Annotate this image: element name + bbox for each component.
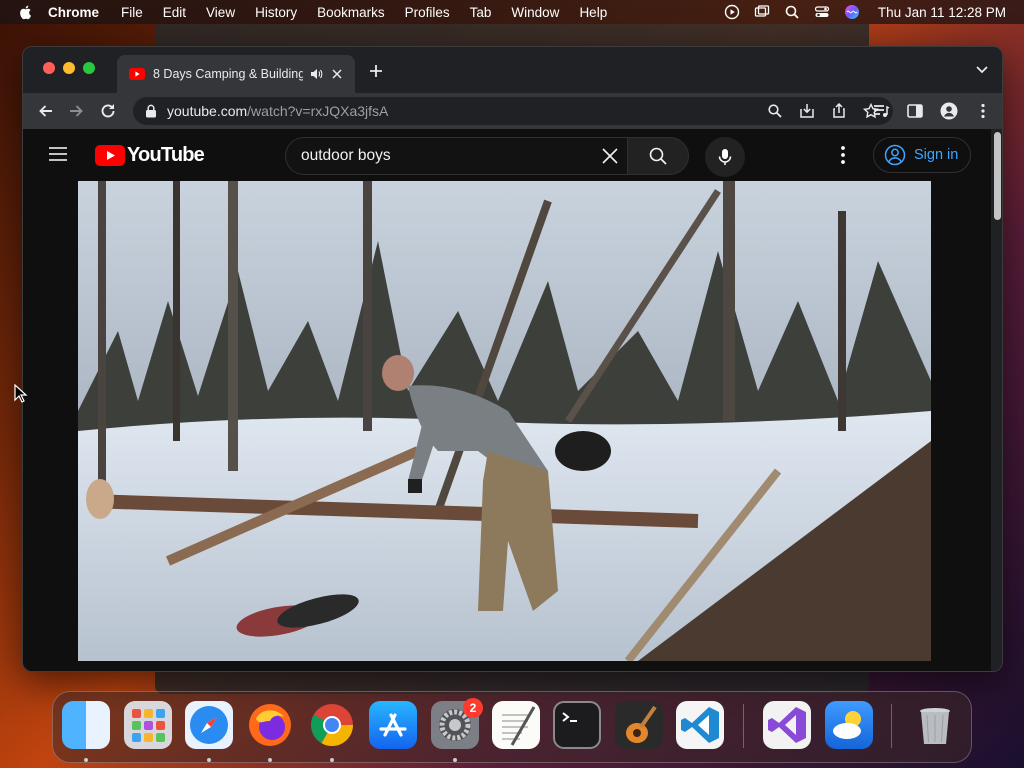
video-frame-image <box>78 181 931 661</box>
dock-trash-icon[interactable] <box>911 701 959 749</box>
macos-menubar: Chrome File Edit View History Bookmarks … <box>0 0 1024 24</box>
chrome-window: 8 Days Camping & Building youtube.com/wa… <box>22 46 1003 672</box>
dock-vscode-icon[interactable] <box>676 701 724 749</box>
media-controls-icon[interactable] <box>872 102 890 120</box>
menu-file[interactable]: File <box>121 5 143 20</box>
install-app-icon[interactable] <box>799 103 815 119</box>
window-close-button[interactable] <box>43 62 55 74</box>
youtube-logo[interactable]: YouTube <box>95 144 205 167</box>
settings-kebab-icon[interactable] <box>839 145 847 165</box>
browser-tab-active[interactable]: 8 Days Camping & Building <box>117 55 355 93</box>
dock-chrome-icon[interactable] <box>308 701 356 749</box>
youtube-favicon-icon <box>129 68 145 80</box>
search-button[interactable] <box>627 137 689 175</box>
dock-running-indicator <box>268 758 272 762</box>
control-center-icon[interactable] <box>814 4 830 20</box>
dock-terminal-icon[interactable] <box>553 701 601 749</box>
tab-close-icon[interactable] <box>331 68 343 80</box>
menu-help[interactable]: Help <box>579 5 607 20</box>
new-tab-plus-icon[interactable] <box>369 64 383 78</box>
menu-tab[interactable]: Tab <box>470 5 492 20</box>
microphone-icon <box>718 149 732 165</box>
forward-arrow-icon[interactable] <box>67 102 85 120</box>
side-panel-icon[interactable] <box>906 102 924 120</box>
share-icon[interactable] <box>831 103 847 119</box>
youtube-wordmark: YouTube <box>127 144 205 166</box>
notification-badge: 2 <box>463 698 483 718</box>
dock-launchpad-icon[interactable] <box>124 701 172 749</box>
sign-in-button[interactable]: Sign in <box>873 137 971 173</box>
menu-app-name[interactable]: Chrome <box>48 5 99 20</box>
voice-search-button[interactable] <box>705 137 745 177</box>
dock-app-store-icon[interactable] <box>369 701 417 749</box>
dock-running-indicator <box>84 758 88 762</box>
reload-icon[interactable] <box>99 102 117 120</box>
site-info-icon[interactable] <box>145 104 157 118</box>
url-host: youtube.com <box>167 103 248 119</box>
dock-running-indicator <box>207 758 211 762</box>
zoom-search-icon[interactable] <box>767 103 783 119</box>
sign-in-label: Sign in <box>914 147 959 163</box>
dock-weather-icon[interactable] <box>825 701 873 749</box>
dock-running-indicator <box>330 758 334 762</box>
siri-icon[interactable] <box>844 4 860 20</box>
url-path: /watch?v=rxJQXa3jfsA <box>247 103 389 119</box>
back-arrow-icon[interactable] <box>37 102 55 120</box>
scrollbar-thumb[interactable] <box>994 132 1001 220</box>
menu-edit[interactable]: Edit <box>163 5 186 20</box>
play-circle-icon[interactable] <box>724 4 740 20</box>
youtube-play-logo-icon <box>95 145 125 166</box>
dock-firefox-icon[interactable] <box>246 701 294 749</box>
chrome-menu-kebab-icon[interactable] <box>974 102 992 120</box>
tab-strip: 8 Days Camping & Building <box>23 47 1002 93</box>
tab-title: 8 Days Camping & Building <box>153 67 303 81</box>
dock-separator <box>743 704 744 748</box>
menubar-clock[interactable]: Thu Jan 11 12:28 PM <box>878 5 1006 20</box>
dock-safari-icon[interactable] <box>185 701 233 749</box>
search-input[interactable]: outdoor boys <box>285 137 627 175</box>
page-scrollbar[interactable] <box>991 129 1002 671</box>
menubar-status-area: Thu Jan 11 12:28 PM <box>724 0 1006 24</box>
youtube-masthead: YouTube outdoor boys Sign in <box>23 129 991 181</box>
hamburger-menu-icon[interactable] <box>49 147 67 161</box>
menu-window[interactable]: Window <box>511 5 559 20</box>
menu-history[interactable]: History <box>255 5 297 20</box>
spotlight-search-icon[interactable] <box>784 4 800 20</box>
youtube-page: YouTube outdoor boys Sign in <box>23 129 991 671</box>
screen-mirroring-icon[interactable] <box>754 4 770 20</box>
macos-dock: 2 <box>52 691 972 763</box>
dock-garageband-icon[interactable] <box>615 701 663 749</box>
search-query-text: outdoor boys <box>301 147 391 164</box>
window-minimize-button[interactable] <box>63 62 75 74</box>
profile-avatar-icon[interactable] <box>940 102 958 120</box>
account-circle-icon <box>884 144 906 166</box>
dock-separator <box>891 704 892 748</box>
tab-search-chevron-icon[interactable] <box>976 66 988 74</box>
browser-toolbar: youtube.com/watch?v=rxJQXa3jfsA <box>23 93 1002 129</box>
window-maximize-button[interactable] <box>83 62 95 74</box>
dock-textedit-icon[interactable] <box>492 701 540 749</box>
dock-finder-icon[interactable] <box>62 701 110 749</box>
menu-profiles[interactable]: Profiles <box>405 5 450 20</box>
video-player[interactable] <box>78 181 931 661</box>
search-icon <box>649 147 667 165</box>
address-bar[interactable]: youtube.com/watch?v=rxJQXa3jfsA <box>133 97 893 125</box>
mouse-pointer-icon <box>14 384 28 403</box>
dock-visual-studio-icon[interactable] <box>763 701 811 749</box>
apple-logo-icon[interactable] <box>18 4 34 20</box>
audio-playing-icon[interactable] <box>309 67 323 81</box>
menu-view[interactable]: View <box>206 5 235 20</box>
menu-bookmarks[interactable]: Bookmarks <box>317 5 385 20</box>
dock-running-indicator <box>453 758 457 762</box>
clear-search-icon[interactable] <box>601 147 619 165</box>
